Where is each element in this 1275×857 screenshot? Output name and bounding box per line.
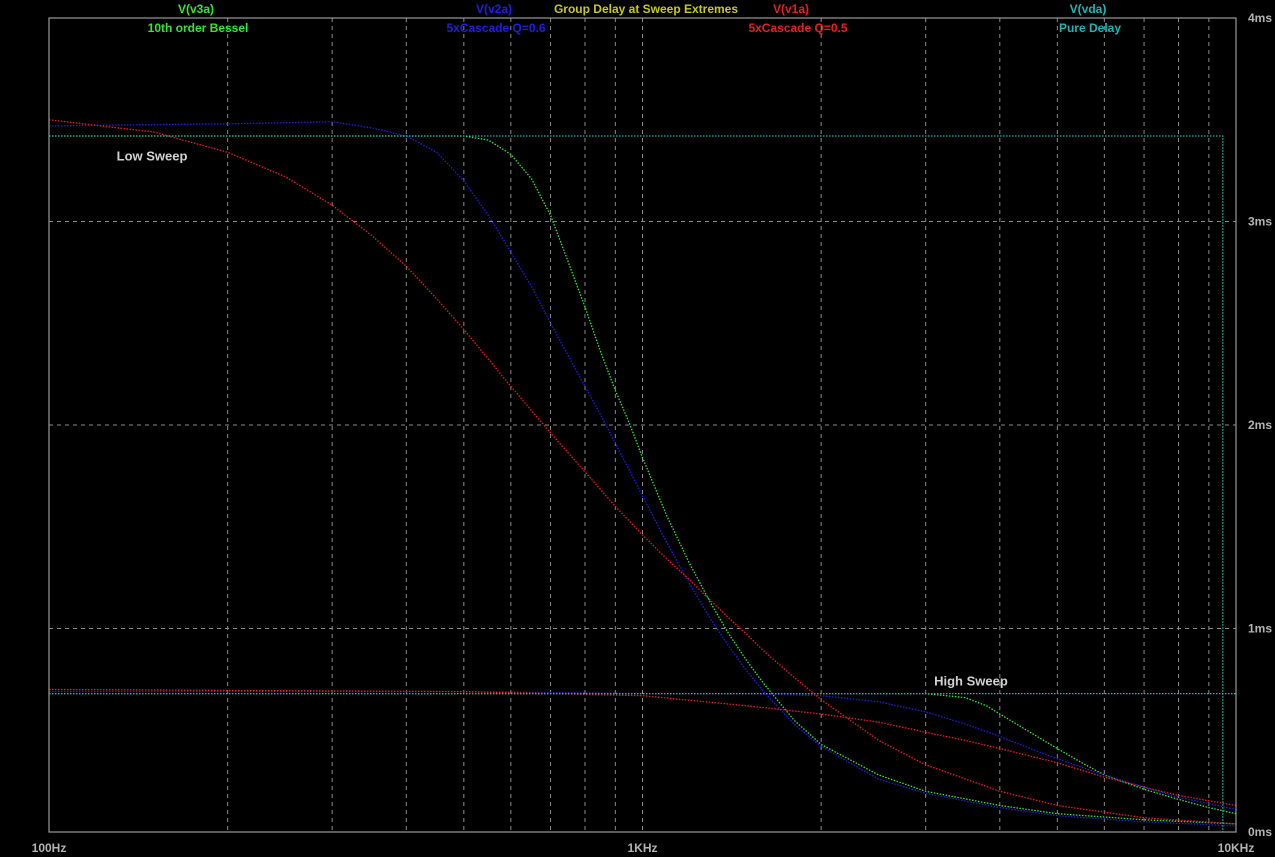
x-tick-label: 1KHz [627,841,657,855]
y-tick-label: 3ms [1248,215,1272,229]
axis-tick-labels: 100Hz 1KHz 10KHz 0ms 1ms 2ms 3ms 4ms [32,11,1273,855]
series-3-low-sweep-line [48,119,1237,825]
x-tick-label: 10KHz [1218,841,1255,855]
group-delay-chart: 100Hz 1KHz 10KHz 0ms 1ms 2ms 3ms 4ms Low Sweep H… [32,11,1273,855]
y-tick-label: 0ms [1248,825,1272,839]
y-tick-label: 4ms [1248,11,1272,25]
annotation-label: Low Sweep [117,148,188,163]
y-tick-label: 1ms [1248,622,1272,636]
y-tick-label: 2ms [1248,418,1272,432]
x-tick-label: 100Hz [32,841,67,855]
grid-lines [49,18,1236,832]
annotation-label: High Sweep [934,673,1008,688]
annotations: Low Sweep High Sweep [117,148,1008,688]
series-4-low-sweep-line [49,135,1224,832]
plot-window: V(v3a) 10th order Bessel V(v2a) 5xCascad… [0,0,1275,857]
series-1-low-sweep-line [49,135,1237,825]
